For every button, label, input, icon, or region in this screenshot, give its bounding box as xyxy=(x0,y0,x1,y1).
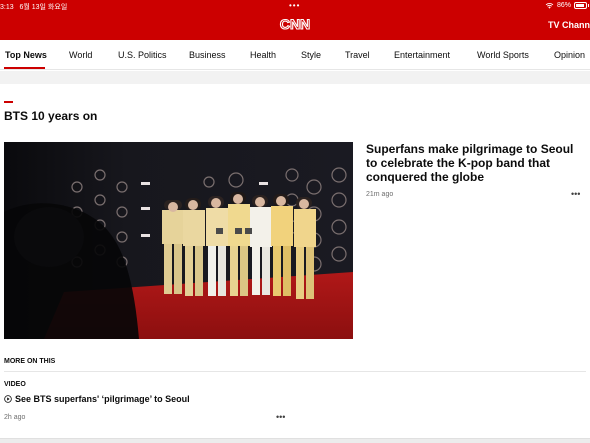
tab-opinion[interactable]: Opinion xyxy=(554,50,585,60)
more-horizontal-icon[interactable]: ••• xyxy=(276,412,285,422)
lead-story-timestamp: 21m ago xyxy=(366,191,394,198)
cnn-app-screen: 3:13 6월 13일 화요일 ••• 86% CNN TV Channe To… xyxy=(0,0,590,443)
tab-entertainment[interactable]: Entertainment xyxy=(394,50,450,60)
play-circle-icon xyxy=(4,395,12,403)
battery-percent: 86% xyxy=(556,2,571,9)
tab-business[interactable]: Business xyxy=(189,50,226,60)
tab-top-news[interactable]: Top News xyxy=(5,50,47,60)
section-title: BTS 10 years on xyxy=(4,109,98,123)
video-story-headline: See BTS superfans' ‘pilgrimage’ to Seoul xyxy=(15,394,190,404)
wifi-icon xyxy=(545,3,554,9)
section-spacer xyxy=(0,71,590,84)
section-nav: Top News World U.S. Politics Business He… xyxy=(0,40,590,70)
active-tab-indicator xyxy=(4,67,45,69)
tab-style[interactable]: Style xyxy=(301,50,321,60)
more-on-this-label: MORE ON THIS xyxy=(4,358,56,365)
tab-world-sports[interactable]: World Sports xyxy=(477,50,529,60)
video-story-link[interactable]: See BTS superfans' ‘pilgrimage’ to Seoul xyxy=(4,394,190,404)
logo-text: CNN xyxy=(280,16,310,32)
lead-story-image[interactable] xyxy=(4,142,353,339)
status-time: 3:13 xyxy=(0,4,14,11)
cnn-logo[interactable]: CNN xyxy=(279,15,311,33)
home-indicator-area xyxy=(0,438,590,443)
section-divider xyxy=(4,371,586,372)
battery-icon xyxy=(574,2,589,9)
tab-world[interactable]: World xyxy=(69,50,92,60)
multitasking-dots-icon[interactable]: ••• xyxy=(289,1,300,10)
status-bar-time: 3:13 6월 13일 화요일 xyxy=(0,2,67,12)
lead-story-headline[interactable]: Superfans make pilgrimage to Seoul to ce… xyxy=(366,142,586,184)
status-date: 6월 13일 화요일 xyxy=(19,4,68,11)
app-header: 3:13 6월 13일 화요일 ••• 86% CNN TV Channe xyxy=(0,0,590,40)
tab-travel[interactable]: Travel xyxy=(345,50,370,60)
tab-us-politics[interactable]: U.S. Politics xyxy=(118,50,167,60)
section-accent-bar xyxy=(4,101,13,103)
tab-health[interactable]: Health xyxy=(250,50,276,60)
tv-channels-link[interactable]: TV Channe xyxy=(548,20,590,30)
more-horizontal-icon[interactable]: ••• xyxy=(571,189,580,199)
status-bar-right: 86% xyxy=(545,2,589,9)
video-story-timestamp: 2h ago xyxy=(4,414,26,421)
video-label: VIDEO xyxy=(4,381,26,388)
